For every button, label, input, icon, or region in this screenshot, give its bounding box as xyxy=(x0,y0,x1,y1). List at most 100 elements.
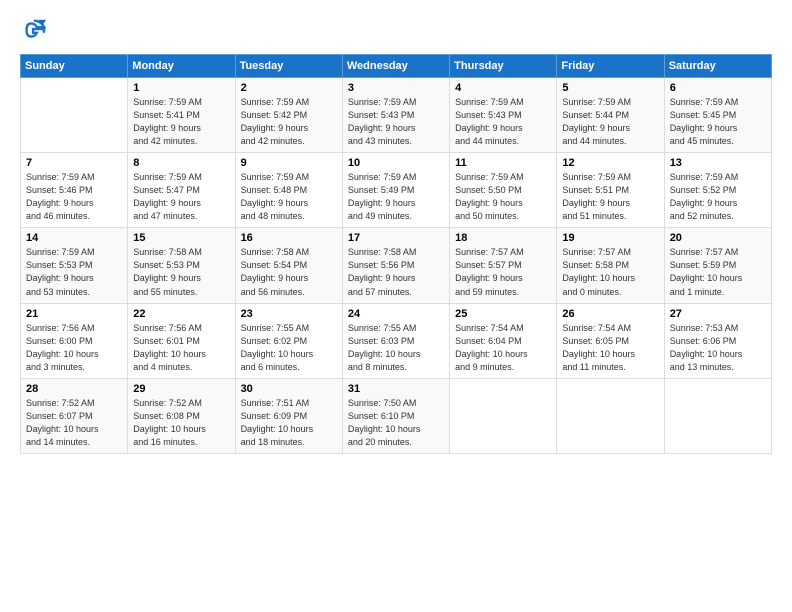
day-info: Sunrise: 7:58 AMSunset: 5:54 PMDaylight:… xyxy=(241,246,337,298)
day-number: 14 xyxy=(26,232,122,244)
day-number: 10 xyxy=(348,157,444,169)
day-cell xyxy=(557,378,664,453)
day-cell: 23Sunrise: 7:55 AMSunset: 6:02 PMDayligh… xyxy=(235,303,342,378)
day-cell: 22Sunrise: 7:56 AMSunset: 6:01 PMDayligh… xyxy=(128,303,235,378)
day-cell: 9Sunrise: 7:59 AMSunset: 5:48 PMDaylight… xyxy=(235,153,342,228)
week-row: 28 Sunrise: 7:52 AMSunset: 6:07 PMDayligh… xyxy=(21,378,772,453)
day-info: Sunrise: 7:57 AMSunset: 5:59 PMDaylight:… xyxy=(670,246,766,298)
day-info: Sunrise: 7:58 AMSunset: 5:56 PMDaylight:… xyxy=(348,246,444,298)
day-info: Sunrise: 7:59 AMSunset: 5:51 PMDaylight:… xyxy=(562,171,658,223)
weekday-header: Monday xyxy=(128,55,235,78)
day-info: Sunrise: 7:54 AMSunset: 6:05 PMDaylight:… xyxy=(562,322,658,374)
week-row: 14Sunrise: 7:59 AMSunset: 5:53 PMDayligh… xyxy=(21,228,772,303)
day-info: Sunrise: 7:57 AMSunset: 5:58 PMDaylight:… xyxy=(562,246,658,298)
day-number: 29 xyxy=(133,383,229,395)
day-cell: 6Sunrise: 7:59 AMSunset: 5:45 PMDaylight… xyxy=(664,78,771,153)
day-cell: 2 Sunrise: 7:59 AMSunset: 5:42 PMDaylight… xyxy=(235,78,342,153)
logo xyxy=(20,16,52,44)
day-cell: 21 Sunrise: 7:56 AMSunset: 6:00 PMDayligh… xyxy=(21,303,128,378)
day-cell: 13 Sunrise: 7:59 AMSunset: 5:52 PMDayligh… xyxy=(664,153,771,228)
day-cell: 15 Sunrise: 7:58 AMSunset: 5:53 PMDayligh… xyxy=(128,228,235,303)
day-number: 3 xyxy=(348,82,444,94)
day-info: Sunrise: 7:56 AMSunset: 6:00 PMDaylight:… xyxy=(26,322,122,374)
weekday-header: Friday xyxy=(557,55,664,78)
day-number: 12 xyxy=(562,157,658,169)
day-cell: 28 Sunrise: 7:52 AMSunset: 6:07 PMDayligh… xyxy=(21,378,128,453)
day-cell: 4 Sunrise: 7:59 AMSunset: 5:43 PMDaylight… xyxy=(450,78,557,153)
day-cell: 25 Sunrise: 7:54 AMSunset: 6:04 PMDayligh… xyxy=(450,303,557,378)
weekday-header: Tuesday xyxy=(235,55,342,78)
day-info: Sunrise: 7:52 AMSunset: 6:08 PMDaylight:… xyxy=(133,397,229,449)
day-info: Sunrise: 7:51 AMSunset: 6:09 PMDaylight:… xyxy=(241,397,337,449)
day-info: Sunrise: 7:59 AMSunset: 5:43 PMDaylight:… xyxy=(348,96,444,148)
day-number: 28 xyxy=(26,383,122,395)
day-cell: 14Sunrise: 7:59 AMSunset: 5:53 PMDayligh… xyxy=(21,228,128,303)
header xyxy=(20,16,772,44)
day-info: Sunrise: 7:53 AMSunset: 6:06 PMDaylight:… xyxy=(670,322,766,374)
weekday-header: Thursday xyxy=(450,55,557,78)
day-info: Sunrise: 7:57 AMSunset: 5:57 PMDaylight:… xyxy=(455,246,551,298)
weekday-header: Sunday xyxy=(21,55,128,78)
week-row: 1Sunrise: 7:59 AMSunset: 5:41 PMDaylight… xyxy=(21,78,772,153)
day-info: Sunrise: 7:52 AMSunset: 6:07 PMDaylight:… xyxy=(26,397,122,449)
calendar-body: 1Sunrise: 7:59 AMSunset: 5:41 PMDaylight… xyxy=(21,78,772,454)
day-number: 16 xyxy=(241,232,337,244)
day-cell: 3 Sunrise: 7:59 AMSunset: 5:43 PMDaylight… xyxy=(342,78,449,153)
day-number: 15 xyxy=(133,232,229,244)
day-number: 26 xyxy=(562,308,658,320)
day-number: 18 xyxy=(455,232,551,244)
day-cell xyxy=(450,378,557,453)
day-info: Sunrise: 7:59 AMSunset: 5:49 PMDaylight:… xyxy=(348,171,444,223)
calendar-header: SundayMondayTuesdayWednesdayThursdayFrid… xyxy=(21,55,772,78)
day-cell: 11Sunrise: 7:59 AMSunset: 5:50 PMDayligh… xyxy=(450,153,557,228)
day-number: 30 xyxy=(241,383,337,395)
weekday-header: Saturday xyxy=(664,55,771,78)
day-cell: 30 Sunrise: 7:51 AMSunset: 6:09 PMDayligh… xyxy=(235,378,342,453)
day-cell: 24Sunrise: 7:55 AMSunset: 6:03 PMDayligh… xyxy=(342,303,449,378)
day-number: 7 xyxy=(26,157,122,169)
day-cell: 5 Sunrise: 7:59 AMSunset: 5:44 PMDaylight… xyxy=(557,78,664,153)
day-cell xyxy=(664,378,771,453)
page: SundayMondayTuesdayWednesdayThursdayFrid… xyxy=(0,0,792,612)
day-number: 19 xyxy=(562,232,658,244)
day-info: Sunrise: 7:55 AMSunset: 6:03 PMDaylight:… xyxy=(348,322,444,374)
day-info: Sunrise: 7:59 AMSunset: 5:52 PMDaylight:… xyxy=(670,171,766,223)
day-number: 8 xyxy=(133,157,229,169)
day-info: Sunrise: 7:59 AMSunset: 5:44 PMDaylight:… xyxy=(562,96,658,148)
day-number: 23 xyxy=(241,308,337,320)
day-number: 4 xyxy=(455,82,551,94)
day-cell: 10 Sunrise: 7:59 AMSunset: 5:49 PMDayligh… xyxy=(342,153,449,228)
logo-icon xyxy=(20,16,48,44)
day-number: 6 xyxy=(670,82,766,94)
week-row: 21 Sunrise: 7:56 AMSunset: 6:00 PMDayligh… xyxy=(21,303,772,378)
day-cell: 20 Sunrise: 7:57 AMSunset: 5:59 PMDayligh… xyxy=(664,228,771,303)
day-number: 11 xyxy=(455,157,551,169)
day-number: 20 xyxy=(670,232,766,244)
day-number: 2 xyxy=(241,82,337,94)
day-cell: 29 Sunrise: 7:52 AMSunset: 6:08 PMDayligh… xyxy=(128,378,235,453)
day-cell: 26 Sunrise: 7:54 AMSunset: 6:05 PMDayligh… xyxy=(557,303,664,378)
day-info: Sunrise: 7:50 AMSunset: 6:10 PMDaylight:… xyxy=(348,397,444,449)
day-cell: 17Sunrise: 7:58 AMSunset: 5:56 PMDayligh… xyxy=(342,228,449,303)
day-cell: 8 Sunrise: 7:59 AMSunset: 5:47 PMDaylight… xyxy=(128,153,235,228)
day-number: 27 xyxy=(670,308,766,320)
day-cell: 19 Sunrise: 7:57 AMSunset: 5:58 PMDayligh… xyxy=(557,228,664,303)
day-number: 5 xyxy=(562,82,658,94)
day-info: Sunrise: 7:59 AMSunset: 5:43 PMDaylight:… xyxy=(455,96,551,148)
day-number: 22 xyxy=(133,308,229,320)
day-cell: 7 Sunrise: 7:59 AMSunset: 5:46 PMDaylight… xyxy=(21,153,128,228)
weekday-row: SundayMondayTuesdayWednesdayThursdayFrid… xyxy=(21,55,772,78)
day-number: 21 xyxy=(26,308,122,320)
day-number: 31 xyxy=(348,383,444,395)
day-info: Sunrise: 7:58 AMSunset: 5:53 PMDaylight:… xyxy=(133,246,229,298)
day-info: Sunrise: 7:59 AMSunset: 5:46 PMDaylight:… xyxy=(26,171,122,223)
day-cell: 16 Sunrise: 7:58 AMSunset: 5:54 PMDayligh… xyxy=(235,228,342,303)
day-info: Sunrise: 7:54 AMSunset: 6:04 PMDaylight:… xyxy=(455,322,551,374)
day-info: Sunrise: 7:59 AMSunset: 5:47 PMDaylight:… xyxy=(133,171,229,223)
day-info: Sunrise: 7:59 AMSunset: 5:42 PMDaylight:… xyxy=(241,96,337,148)
day-number: 9 xyxy=(241,157,337,169)
day-cell: 18 Sunrise: 7:57 AMSunset: 5:57 PMDayligh… xyxy=(450,228,557,303)
day-number: 1 xyxy=(133,82,229,94)
day-number: 25 xyxy=(455,308,551,320)
day-number: 13 xyxy=(670,157,766,169)
